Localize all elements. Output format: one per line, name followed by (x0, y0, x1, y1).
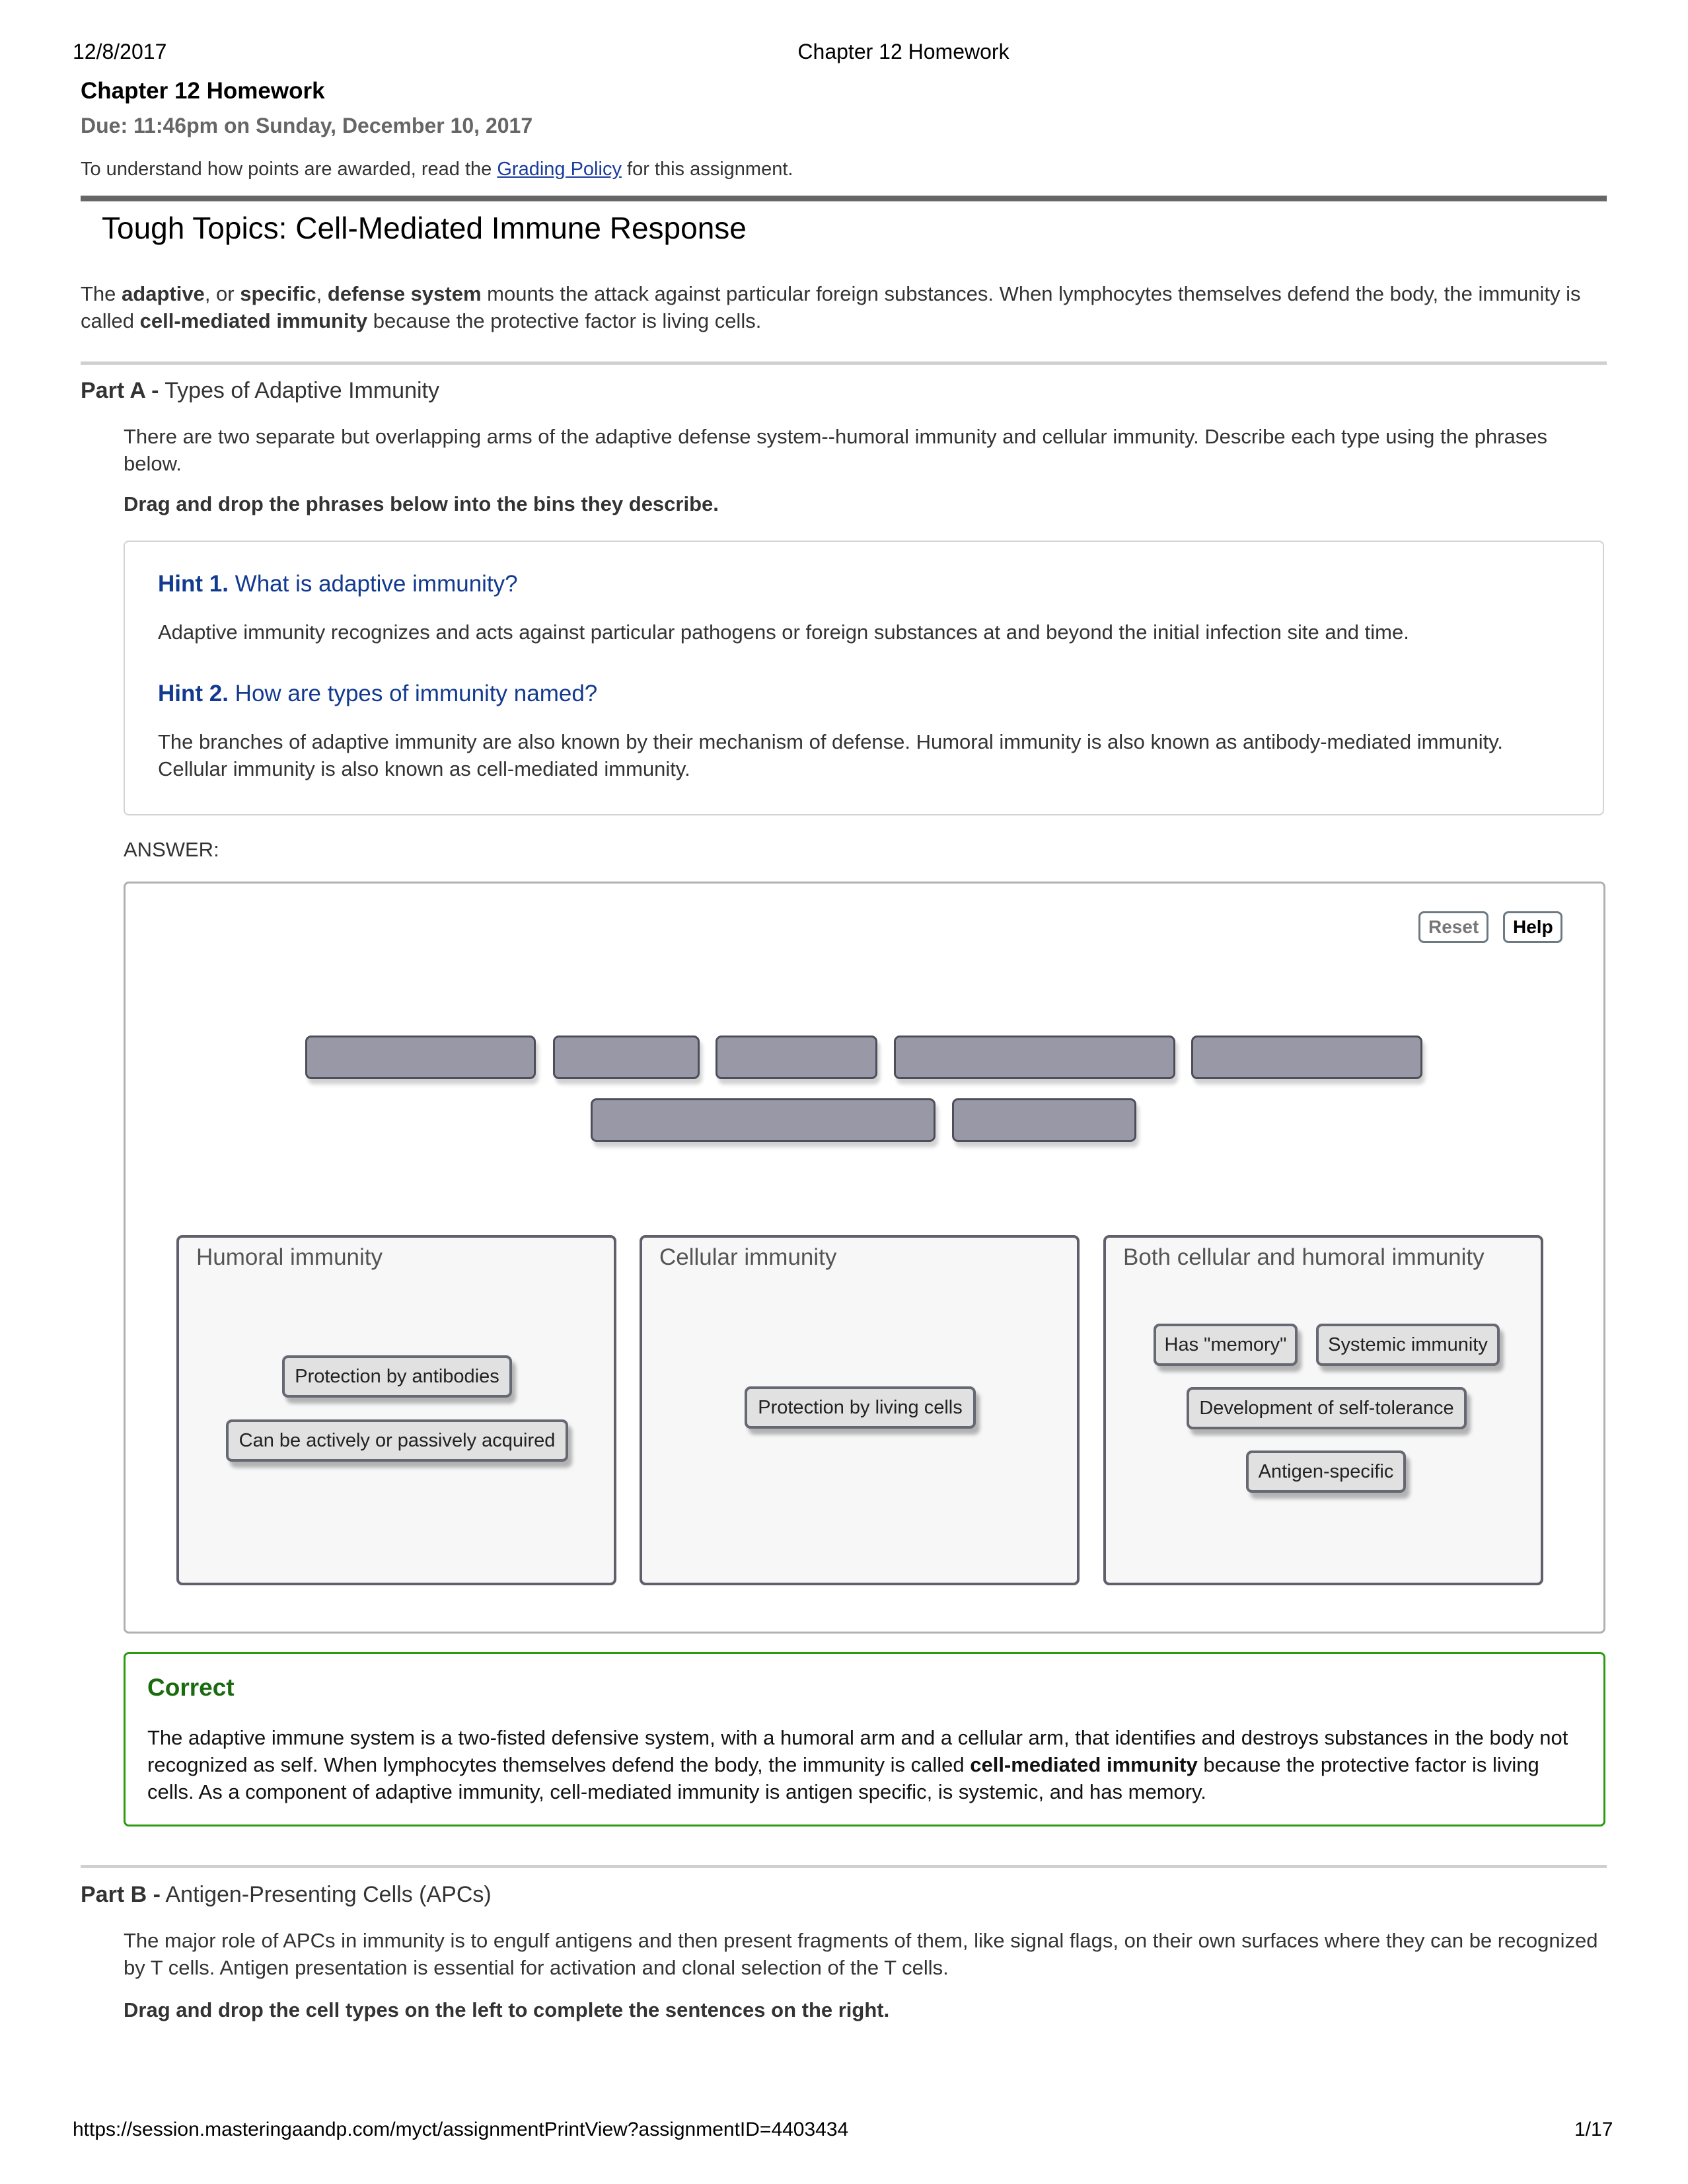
empty-label-slot[interactable] (1191, 1036, 1422, 1079)
intro-text: The (81, 282, 122, 305)
part-b-title: Part B - Antigen-Presenting Cells (APCs) (81, 1882, 492, 1908)
hint-1-label: Hint 1. (158, 571, 229, 597)
intro-bold: adaptive (122, 282, 205, 305)
reset-button[interactable]: Reset (1418, 911, 1488, 943)
part-a-description: There are two separate but overlapping a… (124, 425, 1547, 475)
hint-1-text: Adaptive immunity recognizes and acts ag… (158, 621, 1409, 644)
hint-2-text: The branches of adaptive immunity are al… (158, 730, 1504, 780)
item-intro: The adaptive, or specific, defense syste… (81, 280, 1600, 334)
part-b-divider (81, 1865, 1607, 1868)
intro-bold: specific (240, 282, 316, 305)
hint-2-title: How are types of immunity named? (228, 681, 598, 706)
draggable-label[interactable]: Protection by antibodies (282, 1355, 512, 1398)
feedback-bold: cell-mediated immunity (970, 1753, 1198, 1776)
grading-suffix: for this assignment. (621, 159, 793, 180)
part-a-title: Part A - Types of Adaptive Immunity (81, 378, 439, 404)
page-number: 1/17 (1574, 2119, 1613, 2140)
bin-both-immunity[interactable]: Both cellular and humoral immunity Has "… (1103, 1235, 1543, 1585)
draggable-label[interactable]: Can be actively or passively acquired (226, 1419, 568, 1462)
draggable-label[interactable]: Has "memory" (1154, 1324, 1298, 1366)
grading-prefix: To understand how points are awarded, re… (81, 159, 497, 180)
draggable-label[interactable]: Protection by living cells (745, 1386, 976, 1429)
part-a-divider (81, 361, 1607, 365)
answer-drag-drop-area: Reset Help Humoral immunity Protection b… (124, 882, 1605, 1634)
hints-panel: Hint 1. What is adaptive immunity? Adapt… (124, 541, 1604, 815)
intro-text: , (316, 282, 328, 305)
bin-humoral-immunity[interactable]: Humoral immunity Protection by antibodie… (176, 1235, 616, 1585)
header-divider (81, 196, 1607, 202)
empty-label-slot[interactable] (591, 1098, 936, 1142)
part-b-name: Antigen-Presenting Cells (APCs) (160, 1882, 492, 1907)
bin-label: Both cellular and humoral immunity (1123, 1244, 1485, 1270)
empty-label-slot[interactable] (305, 1036, 536, 1079)
hint-2-toggle[interactable]: Hint 2. How are types of immunity named? (158, 681, 597, 707)
due-date: Due: 11:46pm on Sunday, December 10, 201… (81, 114, 533, 137)
grading-policy-link[interactable]: Grading Policy (497, 159, 622, 180)
hint-1-title: What is adaptive immunity? (228, 571, 518, 597)
answer-label: ANSWER: (124, 838, 219, 861)
print-page-title: Chapter 12 Homework (797, 40, 1009, 63)
bin-label: Cellular immunity (659, 1244, 837, 1270)
part-b-description: The major role of APCs in immunity is to… (124, 1929, 1598, 1979)
bin-label: Humoral immunity (196, 1244, 383, 1270)
draggable-label[interactable]: Antigen-specific (1246, 1450, 1406, 1493)
intro-bold: defense system (327, 282, 482, 305)
part-b-label: Part B - (81, 1882, 161, 1907)
feedback-text: The adaptive immune system is a two-fist… (147, 1724, 1581, 1805)
item-title: Tough Topics: Cell-Mediated Immune Respo… (102, 211, 747, 245)
help-button[interactable]: Help (1503, 911, 1562, 943)
empty-label-slot[interactable] (952, 1098, 1136, 1142)
empty-label-slot[interactable] (894, 1036, 1175, 1079)
intro-text: , or (204, 282, 240, 305)
intro-bold: cell-mediated immunity (139, 309, 368, 332)
hint-1-toggle[interactable]: Hint 1. What is adaptive immunity? (158, 571, 518, 597)
hint-2-label: Hint 2. (158, 681, 229, 706)
empty-label-slot[interactable] (553, 1036, 700, 1079)
part-a-label: Part A - (81, 378, 159, 403)
assignment-title: Chapter 12 Homework (81, 78, 325, 104)
feedback-status: Correct (147, 1674, 235, 1701)
part-a-instruction: Drag and drop the phrases below into the… (124, 492, 719, 515)
intro-text: because the protective factor is living … (367, 309, 762, 332)
draggable-label[interactable]: Development of self-tolerance (1187, 1387, 1467, 1429)
part-b-instruction: Drag and drop the cell types on the left… (124, 1998, 890, 2021)
draggable-label[interactable]: Systemic immunity (1316, 1324, 1500, 1366)
print-url: https://session.masteringaandp.com/myct/… (73, 2119, 849, 2140)
empty-label-slot[interactable] (716, 1036, 877, 1079)
grading-note: To understand how points are awarded, re… (81, 159, 793, 180)
feedback-correct: Correct The adaptive immune system is a … (124, 1652, 1605, 1826)
part-a-name: Types of Adaptive Immunity (159, 378, 439, 403)
bin-cellular-immunity[interactable]: Cellular immunity Protection by living c… (640, 1235, 1080, 1585)
